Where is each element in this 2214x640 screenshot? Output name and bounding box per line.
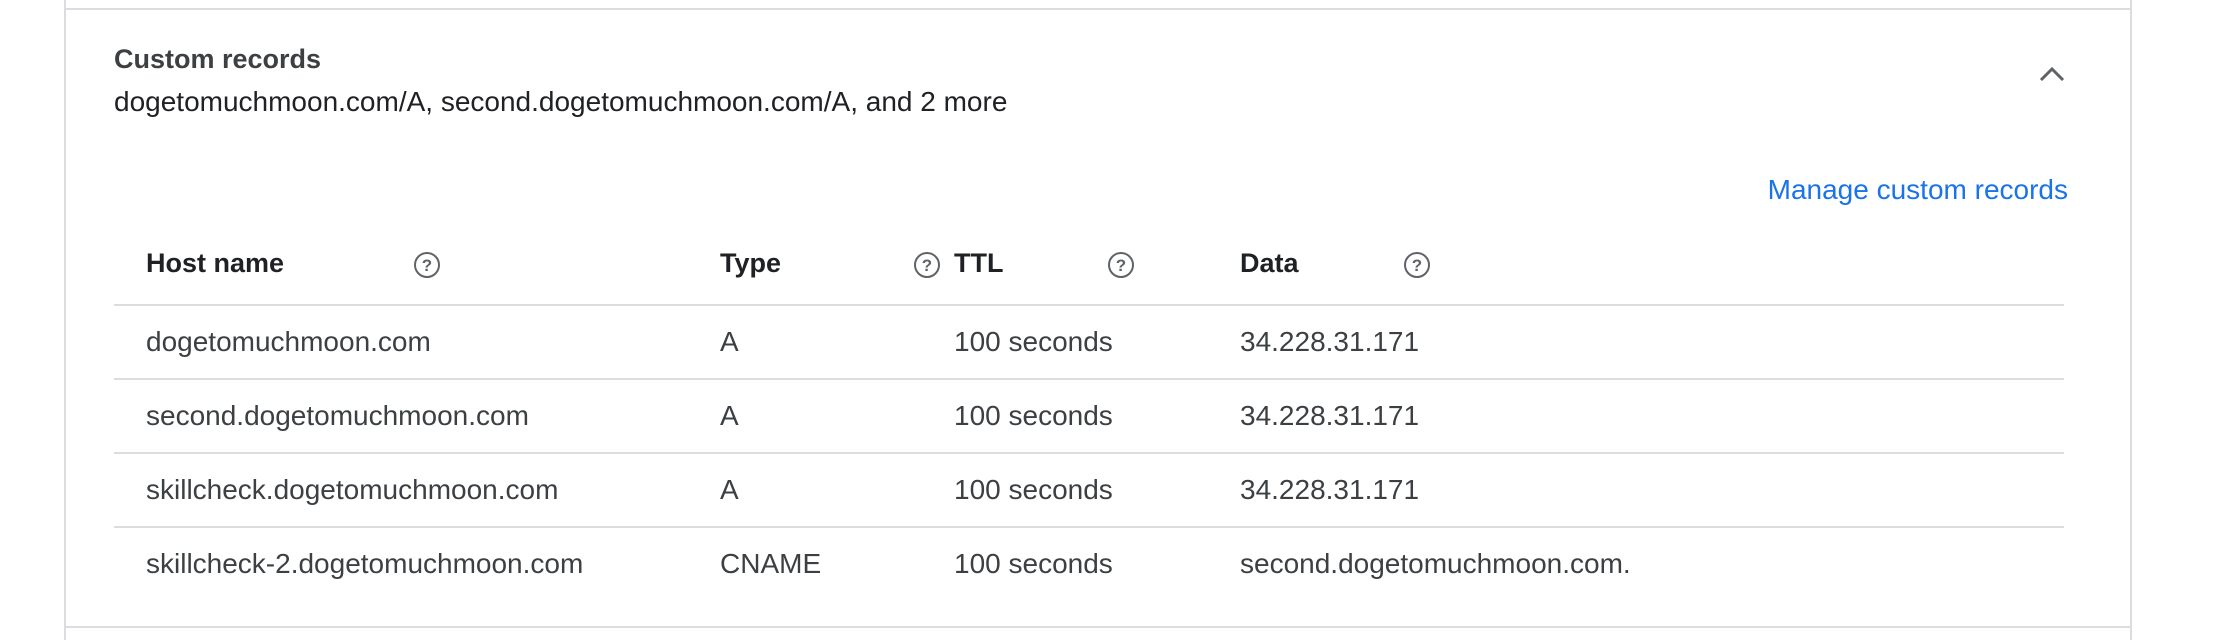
custom-records-card: Custom records dogetomuchmoon.com/A, sec… — [64, 0, 2132, 640]
host-name-cell: skillcheck-2.dogetomuchmoon.com — [146, 548, 584, 579]
svg-text:?: ? — [922, 256, 932, 275]
manage-custom-records-link[interactable]: Manage custom records — [1768, 174, 2068, 206]
data-cell: 34.228.31.171 — [1240, 474, 1420, 505]
data-cell: 34.228.31.171 — [1240, 400, 1420, 431]
header-data: Data — [1240, 248, 1299, 278]
ttl-cell: 100 seconds — [954, 400, 1113, 431]
table-row: skillcheck.dogetomuchmoon.com A 100 seco… — [114, 454, 2064, 528]
table-header-row: Host name ? Type ? TTL ? Data ? — [114, 234, 2064, 306]
header-host-name: Host name — [146, 248, 285, 278]
help-icon[interactable]: ? — [1402, 250, 1432, 280]
data-cell: 34.228.31.171 — [1240, 326, 1420, 357]
type-cell: A — [720, 400, 739, 431]
svg-text:?: ? — [1412, 256, 1422, 275]
chevron-up-icon — [2039, 66, 2065, 82]
type-cell: A — [720, 326, 739, 357]
svg-text:?: ? — [1116, 256, 1126, 275]
ttl-cell: 100 seconds — [954, 548, 1113, 579]
help-icon[interactable]: ? — [912, 250, 942, 280]
type-cell: A — [720, 474, 739, 505]
collapse-button[interactable] — [2032, 54, 2072, 94]
table-row: skillcheck-2.dogetomuchmoon.com CNAME 10… — [114, 528, 2064, 600]
table-row: second.dogetomuchmoon.com A 100 seconds … — [114, 380, 2064, 454]
section-title: Custom records — [114, 44, 322, 74]
help-icon[interactable]: ? — [1106, 250, 1136, 280]
help-icon[interactable]: ? — [412, 250, 442, 280]
header-type: Type — [720, 248, 782, 278]
header-ttl: TTL — [954, 248, 1004, 278]
type-cell: CNAME — [720, 548, 822, 579]
table-row: dogetomuchmoon.com A 100 seconds 34.228.… — [114, 306, 2064, 380]
svg-text:?: ? — [422, 256, 432, 275]
host-name-cell: dogetomuchmoon.com — [146, 326, 431, 357]
bottom-divider — [66, 626, 2130, 628]
top-divider — [66, 8, 2130, 10]
section-summary: dogetomuchmoon.com/A, second.dogetomuchm… — [114, 86, 1008, 117]
records-table: Host name ? Type ? TTL ? Data ? dogetomu… — [114, 234, 2064, 600]
host-name-cell: skillcheck.dogetomuchmoon.com — [146, 474, 559, 505]
ttl-cell: 100 seconds — [954, 474, 1113, 505]
host-name-cell: second.dogetomuchmoon.com — [146, 400, 529, 431]
ttl-cell: 100 seconds — [954, 326, 1113, 357]
data-cell: second.dogetomuchmoon.com. — [1240, 548, 1631, 579]
